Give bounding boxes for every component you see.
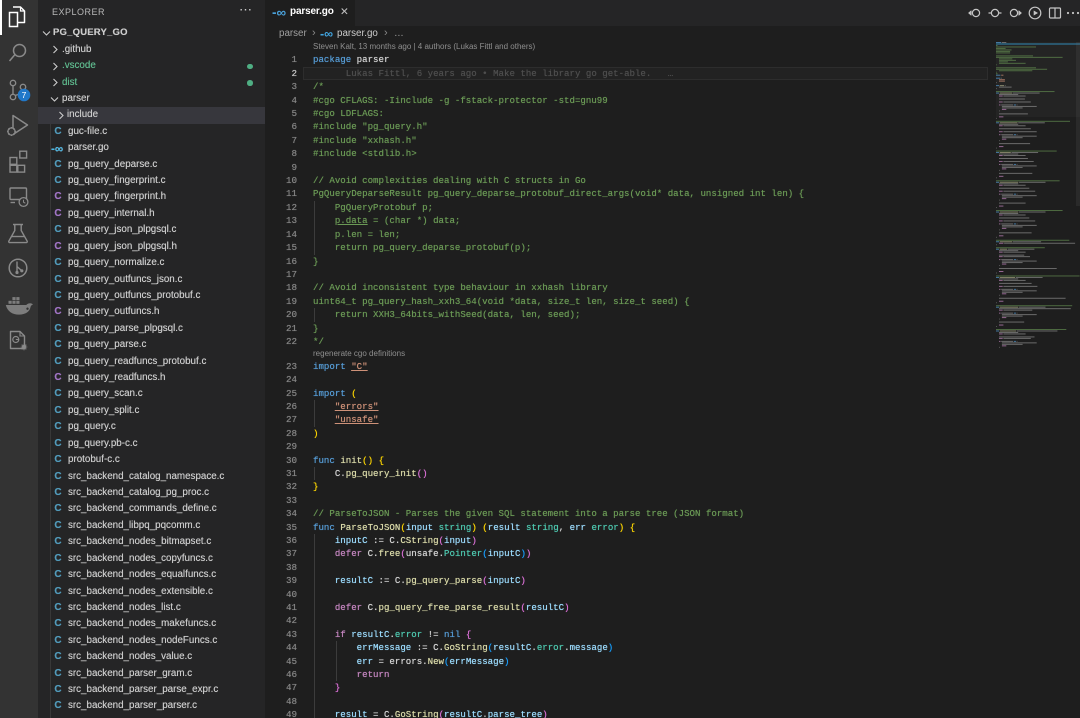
svg-text:-∞: -∞ xyxy=(320,27,333,41)
svg-text:7: 7 xyxy=(22,90,27,100)
svg-text:-∞: -∞ xyxy=(272,5,286,20)
svg-text:-∞: -∞ xyxy=(51,144,63,156)
